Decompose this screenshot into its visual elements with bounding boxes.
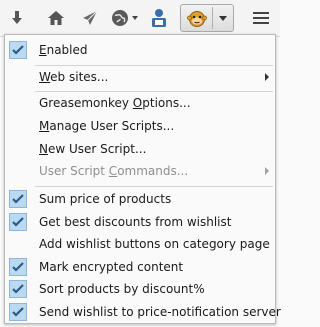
download-button[interactable] — [4, 4, 30, 32]
menu-item-label: Manage User Scripts... — [39, 119, 175, 133]
send-icon — [83, 10, 98, 25]
submenu-arrow-icon — [265, 73, 269, 81]
menu-separator — [35, 65, 273, 66]
menu-item-new-user-script[interactable]: New User Script... — [5, 139, 275, 159]
menu-item-user-script-commands: User Script Commands... — [5, 161, 275, 181]
menu-item-label: New User Script... — [39, 142, 147, 156]
menu-item-label: Sum price of products — [39, 192, 172, 206]
user-badge-icon — [152, 9, 166, 27]
menu-item-label: User Script Commands... — [39, 164, 189, 178]
check-mark-icon — [9, 257, 27, 276]
greasemonkey-button[interactable] — [185, 7, 209, 29]
globe-icon — [112, 10, 138, 26]
menu-separator — [35, 186, 273, 187]
menu-item-label: Sort products by discount% — [39, 282, 205, 296]
check-mark-icon — [9, 280, 27, 298]
home-icon — [48, 11, 64, 25]
main-menu-button[interactable] — [248, 4, 274, 32]
home-button[interactable] — [44, 4, 68, 32]
menu-item-web-sites[interactable]: Web sites... — [5, 67, 275, 87]
check-mark-icon — [9, 302, 27, 321]
menu-item-user-script[interactable]: Add wishlist buttons on category page — [5, 234, 275, 254]
check-mark-icon — [9, 212, 27, 231]
menu-item-user-script[interactable]: Sort products by discount% — [5, 279, 275, 299]
menu-item-label: Add wishlist buttons on category page — [39, 237, 270, 251]
download-arrow-icon — [12, 11, 22, 24]
greasemonkey-dropdown-button[interactable] — [214, 7, 232, 29]
menu-item-user-script[interactable]: Mark encrypted content — [5, 257, 275, 277]
user-badge-button[interactable] — [148, 4, 170, 32]
greasemonkey-icon — [187, 11, 207, 27]
menu-item-label: Web sites... — [39, 70, 109, 84]
check-mark-icon — [9, 41, 27, 59]
menu-item-label: Greasemonkey Options... — [39, 96, 191, 110]
greasemonkey-menu: Enabled Web sites... Greasemonkey Option… — [4, 34, 281, 324]
menu-separator — [35, 91, 273, 92]
check-mark-icon — [9, 190, 27, 208]
dropdown-icon — [219, 16, 227, 21]
split-divider — [212, 7, 213, 29]
menu-item-label: Send wishlist to price-notification serv… — [39, 304, 281, 319]
menu-item-greasemonkey-options[interactable]: Greasemonkey Options... — [5, 93, 275, 113]
menu-item-label: Enabled — [39, 43, 88, 57]
browser-toolbar — [0, 0, 280, 37]
submenu-arrow-icon — [265, 167, 269, 175]
menu-item-user-script[interactable]: Sum price of products — [5, 189, 275, 209]
send-button[interactable] — [78, 4, 102, 32]
globe-menu-button[interactable] — [110, 4, 140, 32]
greasemonkey-button-group — [180, 4, 234, 32]
menu-item-user-script[interactable]: Get best discounts from wishlist — [5, 212, 275, 232]
menu-item-label: Mark encrypted content — [39, 259, 184, 274]
hamburger-menu-icon — [253, 12, 269, 24]
menu-item-enabled[interactable]: Enabled — [5, 40, 275, 60]
menu-item-user-script[interactable]: Send wishlist to price-notification serv… — [5, 302, 281, 322]
menu-item-manage-user-scripts[interactable]: Manage User Scripts... — [5, 116, 275, 136]
menu-item-label: Get best discounts from wishlist — [39, 214, 232, 229]
